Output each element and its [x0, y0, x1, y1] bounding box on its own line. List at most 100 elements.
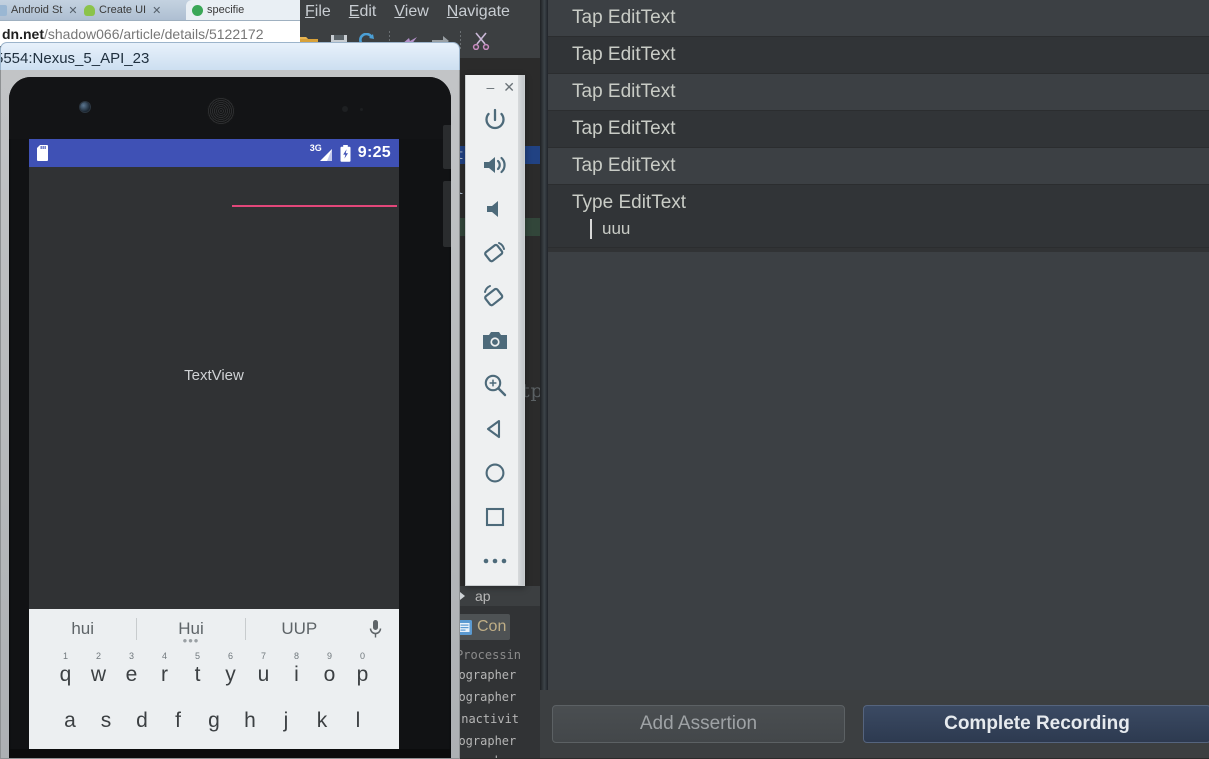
key-t[interactable]: 5t — [181, 651, 214, 687]
rotate-left-icon[interactable] — [466, 231, 524, 275]
suggestion-more-icon[interactable]: ••• — [183, 634, 200, 647]
close-icon[interactable]: ✕ — [503, 80, 515, 94]
key-i[interactable]: 8i — [280, 651, 313, 687]
android-robot-icon — [84, 4, 95, 16]
key-g[interactable]: g — [196, 709, 232, 733]
table-row[interactable]: Type EditText uuu — [548, 184, 1209, 248]
power-button[interactable] — [443, 125, 451, 169]
emulator-side-toolbar: – ✕ — [465, 75, 525, 586]
key-a[interactable]: a — [52, 709, 88, 733]
key-label: y — [225, 663, 236, 686]
close-icon[interactable]: ✕ — [152, 4, 161, 17]
key-k[interactable]: k — [304, 709, 340, 733]
key-num: 0 — [359, 651, 366, 661]
toolbar-separator-2 — [460, 31, 461, 51]
event-detail-row: uuu — [590, 218, 1209, 239]
overview-nav-icon[interactable] — [466, 495, 524, 539]
table-row[interactable]: Tap EditText — [548, 73, 1209, 111]
key-d[interactable]: d — [124, 709, 160, 733]
key-label: t — [194, 663, 201, 686]
menu-file[interactable]: File — [296, 3, 340, 21]
key-num: 6 — [227, 651, 234, 661]
volume-rocker-button[interactable] — [443, 181, 451, 247]
table-row[interactable]: Tap EditText — [548, 36, 1209, 74]
emulator-window: 5554:Nexus_5_API_23 3G 9:25 TextView hui… — [0, 42, 460, 759]
emulator-screen[interactable]: 3G 9:25 TextView hui Hui ••• UUP 1 q 2 w… — [29, 139, 399, 749]
event-title: Tap EditText — [572, 154, 676, 176]
logcat-panel: Con Processin reographer reographer Inac… — [448, 606, 543, 758]
emulator-title: 5554:Nexus_5_API_23 — [0, 50, 150, 67]
tab-console[interactable]: Con — [452, 614, 511, 640]
cut-icon[interactable] — [466, 28, 496, 54]
key-label: q — [59, 663, 72, 686]
browser-tab-1[interactable]: Create UI ✕ — [78, 0, 202, 20]
key-num: 4 — [161, 651, 168, 661]
key-q[interactable]: 1q — [49, 651, 82, 687]
event-detail-text: uuu — [602, 218, 631, 238]
menu-edit[interactable]: Edit — [340, 3, 386, 21]
key-l[interactable]: l — [340, 709, 376, 733]
microphone-icon[interactable] — [353, 619, 399, 639]
key-y[interactable]: 6y — [214, 651, 247, 687]
menu-view[interactable]: View — [385, 3, 437, 21]
key-u[interactable]: 7u — [247, 651, 280, 687]
table-row[interactable]: Tap EditText — [548, 147, 1209, 185]
battery-charging-icon — [340, 144, 351, 162]
keyboard-row-2: a s d f g h j k l — [29, 705, 399, 737]
log-line: Inactivit — [454, 712, 520, 726]
key-f[interactable]: f — [160, 709, 196, 733]
minimize-icon[interactable]: – — [486, 80, 494, 94]
complete-recording-button[interactable]: Complete Recording — [863, 705, 1209, 743]
key-r[interactable]: 4r — [148, 651, 181, 687]
key-j[interactable]: j — [268, 709, 304, 733]
screenshot-camera-icon[interactable] — [466, 319, 524, 363]
key-num: 5 — [194, 651, 201, 661]
recorded-events-list[interactable]: Tap EditText Tap EditText Tap EditText T… — [548, 0, 1209, 690]
status-bar-clock: 9:25 — [357, 144, 391, 161]
proximity-sensor-icon — [342, 106, 348, 112]
suggestion-1[interactable]: Hui ••• — [137, 619, 244, 647]
key-label: r — [161, 663, 168, 686]
app-content-area[interactable]: TextView — [29, 167, 399, 609]
earpiece-speaker-icon — [207, 97, 235, 125]
android-tab-icon — [0, 4, 7, 16]
key-s[interactable]: s — [88, 709, 124, 733]
nexus5-device-shell: 3G 9:25 TextView hui Hui ••• UUP 1 q 2 w… — [9, 77, 451, 758]
key-p[interactable]: 0p — [346, 651, 379, 687]
edittext-focus-underline — [232, 205, 397, 207]
event-title: Tap EditText — [572, 117, 676, 139]
tool-strip-label[interactable]: ap — [475, 588, 491, 604]
chrome-browser-window: Android St ✕ Create UI ✕ specifie dn.net… — [0, 0, 300, 46]
home-nav-icon[interactable] — [466, 451, 524, 495]
key-w[interactable]: 2w — [82, 651, 115, 687]
suggestion-0[interactable]: hui — [29, 619, 136, 639]
menu-navigate[interactable]: Navigate — [438, 3, 519, 21]
key-num: 3 — [128, 651, 135, 661]
rotate-right-icon[interactable] — [466, 275, 524, 319]
key-label: p — [356, 663, 369, 686]
front-camera-icon — [80, 102, 90, 112]
key-num: 2 — [95, 651, 102, 661]
table-row[interactable]: Tap EditText — [548, 0, 1209, 37]
ide-tool-window-strip: ap — [448, 586, 547, 606]
volume-up-icon[interactable] — [466, 143, 524, 187]
key-o[interactable]: 9o — [313, 651, 346, 687]
url-text: dn.net/shadow066/article/details/5122172 — [0, 26, 264, 42]
android-soft-keyboard[interactable]: hui Hui ••• UUP 1 q 2 w 3 e 4 r 5 t 6 y … — [29, 609, 399, 749]
key-num: 9 — [326, 651, 333, 661]
status-bar-right-icons: 3G 9:25 — [310, 143, 391, 162]
key-e[interactable]: 3e — [115, 651, 148, 687]
back-nav-icon[interactable] — [466, 407, 524, 451]
power-icon[interactable] — [466, 99, 524, 143]
close-icon[interactable]: ✕ — [68, 4, 77, 17]
browser-tab-2[interactable]: specifie — [186, 0, 300, 20]
key-h[interactable]: h — [232, 709, 268, 733]
table-row[interactable]: Tap EditText — [548, 110, 1209, 148]
volume-down-icon[interactable] — [466, 187, 524, 231]
suggestion-2[interactable]: UUP — [246, 619, 353, 639]
emulator-toolbar-window-controls: – ✕ — [466, 75, 524, 99]
more-options-icon[interactable] — [466, 539, 524, 583]
keyboard-suggestion-strip: hui Hui ••• UUP — [29, 609, 399, 649]
zoom-icon[interactable] — [466, 363, 524, 407]
add-assertion-button[interactable]: Add Assertion — [552, 705, 845, 743]
